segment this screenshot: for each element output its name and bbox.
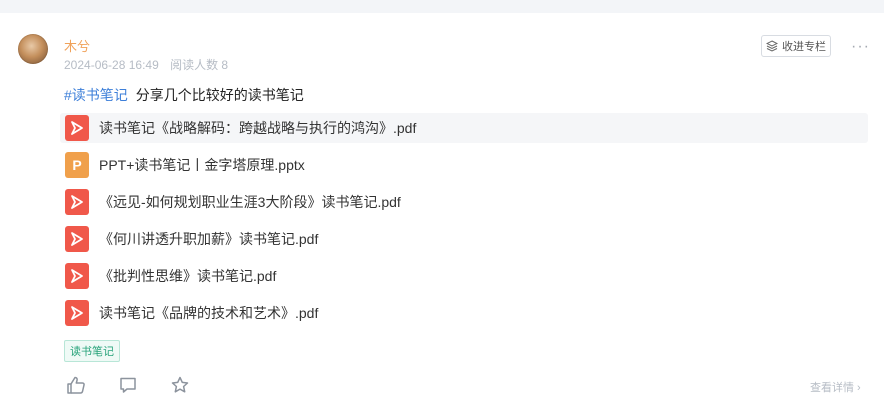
comment-icon[interactable] [118, 375, 138, 395]
post-date: 2024-06-28 16:49 [64, 58, 159, 72]
attachment-item[interactable]: 《何川讲透升职加薪》读书笔记.pdf [60, 224, 868, 254]
pptx-file-icon: P [65, 152, 89, 178]
collect-to-column-button[interactable]: 收进专栏 [761, 35, 831, 57]
attachment-name: PPT+读书笔记丨金字塔原理.pptx [99, 157, 305, 173]
action-bar [66, 375, 190, 395]
post-title-text: 分享几个比较好的读书笔记 [135, 87, 304, 103]
attachment-item[interactable]: 《远见-如何规划职业生涯3大阶段》读书笔记.pdf [60, 187, 868, 217]
attachment-item[interactable]: P PPT+读书笔记丨金字塔原理.pptx [60, 150, 868, 180]
attachment-name: 读书笔记《战略解码：跨越战略与执行的鸿沟》.pdf [99, 120, 417, 136]
top-separator [0, 0, 884, 13]
read-count: 阅读人数 8 [170, 58, 229, 72]
view-details-link[interactable]: 查看详情 › [810, 379, 861, 395]
attachment-list: 读书笔记《战略解码：跨越战略与执行的鸿沟》.pdf P PPT+读书笔记丨金字塔… [60, 113, 868, 335]
attachment-item[interactable]: 读书笔记《战略解码：跨越战略与执行的鸿沟》.pdf [60, 113, 868, 143]
thumb-up-icon[interactable] [66, 375, 86, 395]
pdf-file-icon [65, 300, 89, 326]
attachment-name: 《批判性思维》读书笔记.pdf [99, 268, 277, 284]
layers-icon [766, 40, 778, 52]
attachment-name: 《远见-如何规划职业生涯3大阶段》读书笔记.pdf [99, 194, 401, 210]
post-meta: 2024-06-28 16:49 阅读人数 8 [64, 56, 228, 73]
hashtag-link[interactable]: #读书笔记 [64, 87, 128, 103]
attachment-item[interactable]: 《批判性思维》读书笔记.pdf [60, 261, 868, 291]
star-icon[interactable] [170, 375, 190, 395]
pdf-file-icon [65, 226, 89, 252]
post-title: #读书笔记 分享几个比较好的读书笔记 [64, 85, 304, 105]
attachment-name: 《何川讲透升职加薪》读书笔记.pdf [99, 231, 319, 247]
pdf-file-icon [65, 189, 89, 215]
attachment-name: 读书笔记《品牌的技术和艺术》.pdf [99, 305, 319, 321]
more-options-button[interactable]: ··· [851, 38, 870, 56]
collect-button-label: 收进专栏 [782, 41, 826, 53]
avatar[interactable] [18, 34, 48, 64]
pdf-file-icon [65, 263, 89, 289]
topic-tag[interactable]: 读书笔记 [64, 340, 120, 362]
author-name[interactable]: 木兮 [64, 36, 90, 55]
pdf-file-icon [65, 115, 89, 141]
attachment-item[interactable]: 读书笔记《品牌的技术和艺术》.pdf [60, 298, 868, 328]
